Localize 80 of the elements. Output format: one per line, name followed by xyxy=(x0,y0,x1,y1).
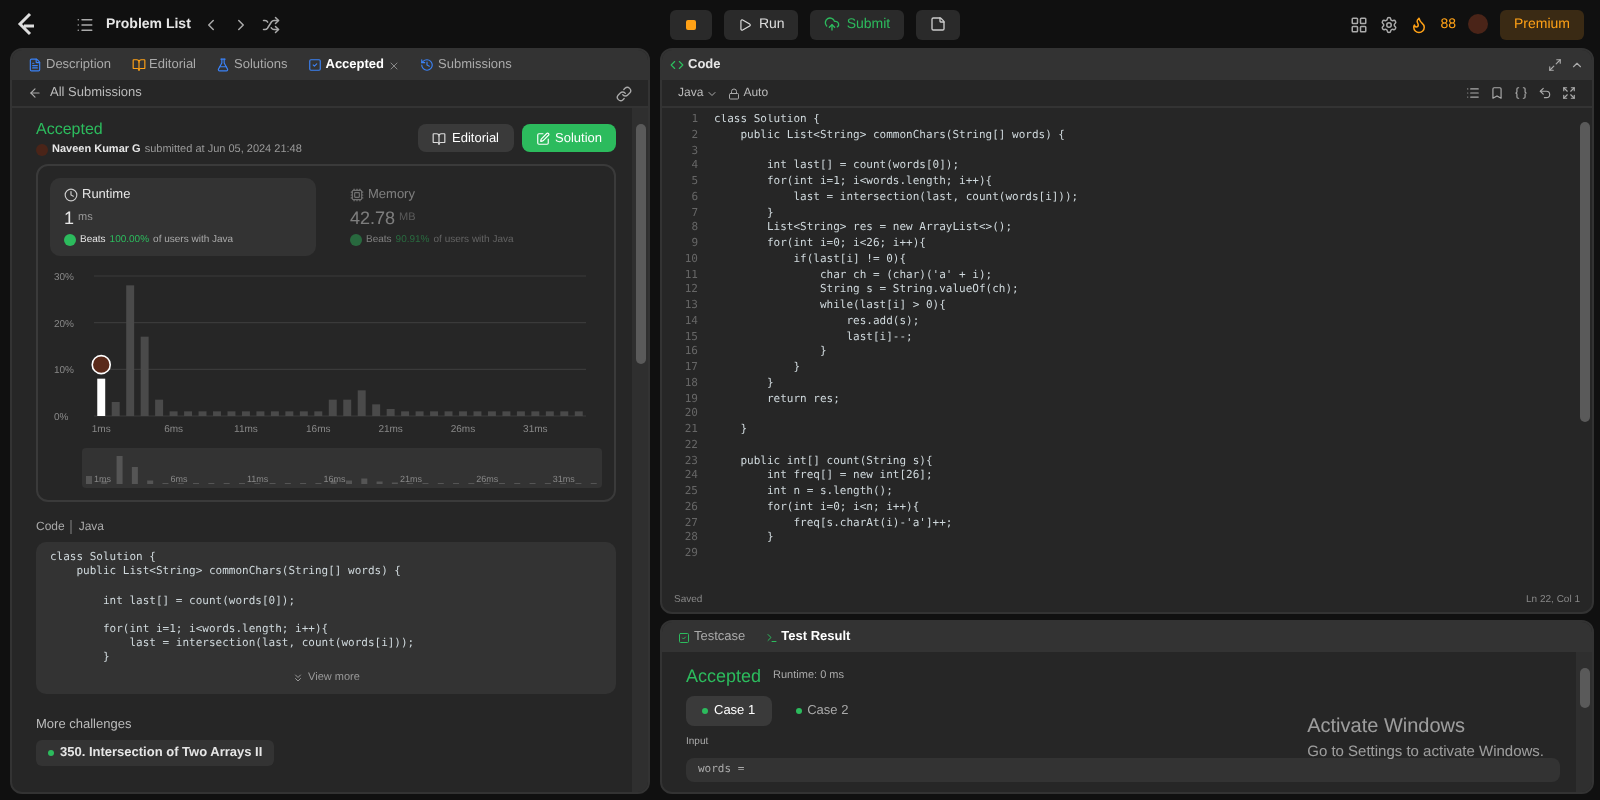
histogram-bar xyxy=(184,411,193,416)
avatar-icon xyxy=(36,144,48,156)
debug-button[interactable] xyxy=(670,9,713,39)
maximize-icon[interactable] xyxy=(1548,58,1562,72)
chevron-up-icon[interactable] xyxy=(1570,58,1584,72)
terminal-icon xyxy=(765,631,778,643)
histogram-bar xyxy=(314,411,323,416)
histogram-bar xyxy=(574,411,583,416)
activation-title: Activate Windows xyxy=(1307,716,1468,738)
book-icon xyxy=(131,58,146,72)
histogram-bar xyxy=(545,411,554,416)
chip-icon xyxy=(350,188,364,202)
stat-value: 42.78 xyxy=(350,208,396,228)
book-icon xyxy=(432,131,447,145)
histogram-bar xyxy=(97,378,106,416)
bookmark-icon[interactable] xyxy=(1490,86,1504,100)
histogram-bar xyxy=(299,411,308,416)
chevrons-down-icon xyxy=(292,671,305,683)
beats-icon xyxy=(350,234,362,246)
cloud-upload-icon xyxy=(824,16,841,32)
lock-icon xyxy=(727,87,740,99)
histogram-bar xyxy=(372,404,381,416)
code-icon xyxy=(670,58,684,72)
histogram-bar xyxy=(560,411,569,416)
shuffle-icon[interactable] xyxy=(262,15,281,33)
histogram-bar xyxy=(328,399,337,416)
histogram-bar xyxy=(126,285,135,416)
format-icon[interactable] xyxy=(1466,86,1480,100)
play-icon xyxy=(738,17,753,31)
beats-icon xyxy=(64,234,76,246)
histogram-bar xyxy=(140,336,149,416)
histogram-bar xyxy=(227,411,236,416)
braces-icon[interactable] xyxy=(1514,86,1528,100)
status-title: Accepted xyxy=(36,120,105,138)
histogram-bar xyxy=(415,411,424,416)
scrollbar[interactable] xyxy=(1576,652,1592,792)
notes-button[interactable] xyxy=(916,9,961,39)
histogram-bar xyxy=(111,402,120,416)
list-icon[interactable] xyxy=(76,15,94,33)
chevron-down-icon xyxy=(705,87,718,99)
link-icon[interactable] xyxy=(616,85,632,101)
histogram-bar xyxy=(256,411,265,416)
histogram-bar xyxy=(386,409,395,416)
histogram-bar xyxy=(343,399,352,416)
histogram-bar xyxy=(444,411,453,416)
pen-icon xyxy=(535,131,549,145)
close-icon[interactable] xyxy=(388,59,401,71)
settings-icon[interactable] xyxy=(1380,15,1399,33)
undo-icon[interactable] xyxy=(1538,86,1552,100)
histogram-bar xyxy=(213,411,221,416)
document-icon xyxy=(28,58,42,72)
histogram-bar xyxy=(285,411,294,416)
histogram-bar xyxy=(459,411,467,416)
histogram-bar xyxy=(401,411,410,416)
histogram-bar xyxy=(169,411,178,416)
histogram-bar xyxy=(473,411,482,416)
histogram-bar xyxy=(198,411,207,416)
histogram-bar xyxy=(531,411,540,416)
back-arrow-icon[interactable] xyxy=(28,86,42,100)
checkbox-icon xyxy=(307,58,322,72)
histogram-bar xyxy=(430,411,439,416)
histogram-bar xyxy=(502,411,511,416)
histogram-bar xyxy=(516,411,525,416)
note-icon xyxy=(930,16,947,32)
grid-icon[interactable] xyxy=(1350,15,1369,33)
stat-value: 1 xyxy=(64,208,75,228)
avatar-marker xyxy=(91,354,112,375)
flask-icon xyxy=(216,58,230,72)
clock-icon xyxy=(64,188,78,202)
scrollbar[interactable] xyxy=(632,108,648,792)
histogram-bar xyxy=(241,411,250,416)
expand-icon[interactable] xyxy=(1562,86,1576,100)
flame-icon xyxy=(1410,15,1429,33)
checkbox-icon xyxy=(678,631,690,643)
histogram-bar xyxy=(357,390,366,416)
result-status: Accepted xyxy=(686,666,762,686)
history-icon xyxy=(420,58,435,72)
histogram-bar xyxy=(487,411,496,416)
histogram-bar xyxy=(270,411,279,416)
histogram-bar xyxy=(155,399,164,416)
